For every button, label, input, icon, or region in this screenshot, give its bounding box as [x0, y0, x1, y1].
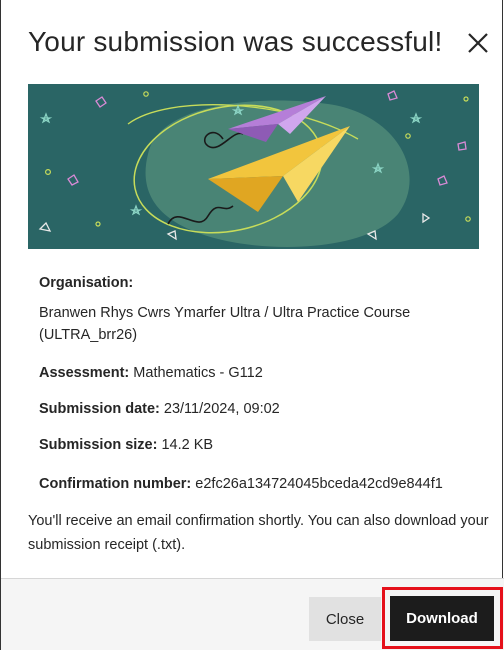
organisation-label: Organisation:	[39, 275, 134, 291]
submission-date-row: Submission date: 23/11/2024, 09:02	[39, 398, 280, 420]
submission-size-value: 14.2 KB	[161, 437, 214, 453]
dialog-title: Your submission was successful!	[28, 26, 443, 57]
submission-date-label: Submission date:	[39, 401, 164, 417]
organisation-value: Branwen Rhys Cwrs Ymarfer Ultra / Ultra …	[39, 305, 411, 343]
submission-size-label: Submission size:	[39, 437, 162, 453]
confirmation-row: Confirmation number: e2fc26a134724045bce…	[39, 473, 443, 495]
submission-date-value: 23/11/2024, 09:02	[163, 401, 280, 417]
download-button[interactable]: Download	[390, 596, 494, 641]
submission-dialog: Your submission was successful! Organisa…	[0, 0, 504, 650]
paper-planes-illustration	[28, 84, 479, 249]
submission-size-row: Submission size: 14.2 KB	[39, 434, 213, 456]
assessment-row: Assessment: Mathematics - G112	[39, 362, 263, 384]
assessment-value: Mathematics - G112	[133, 365, 263, 381]
confirmation-value: e2fc26a134724045bceda42cd9e844f1	[195, 476, 443, 492]
assessment-label: Assessment:	[39, 365, 134, 381]
confirmation-label: Confirmation number:	[39, 476, 196, 492]
receipt-note: You'll receive an email confirmation sho…	[28, 513, 489, 553]
close-icon[interactable]	[465, 30, 491, 56]
close-button[interactable]: Close	[309, 597, 381, 641]
